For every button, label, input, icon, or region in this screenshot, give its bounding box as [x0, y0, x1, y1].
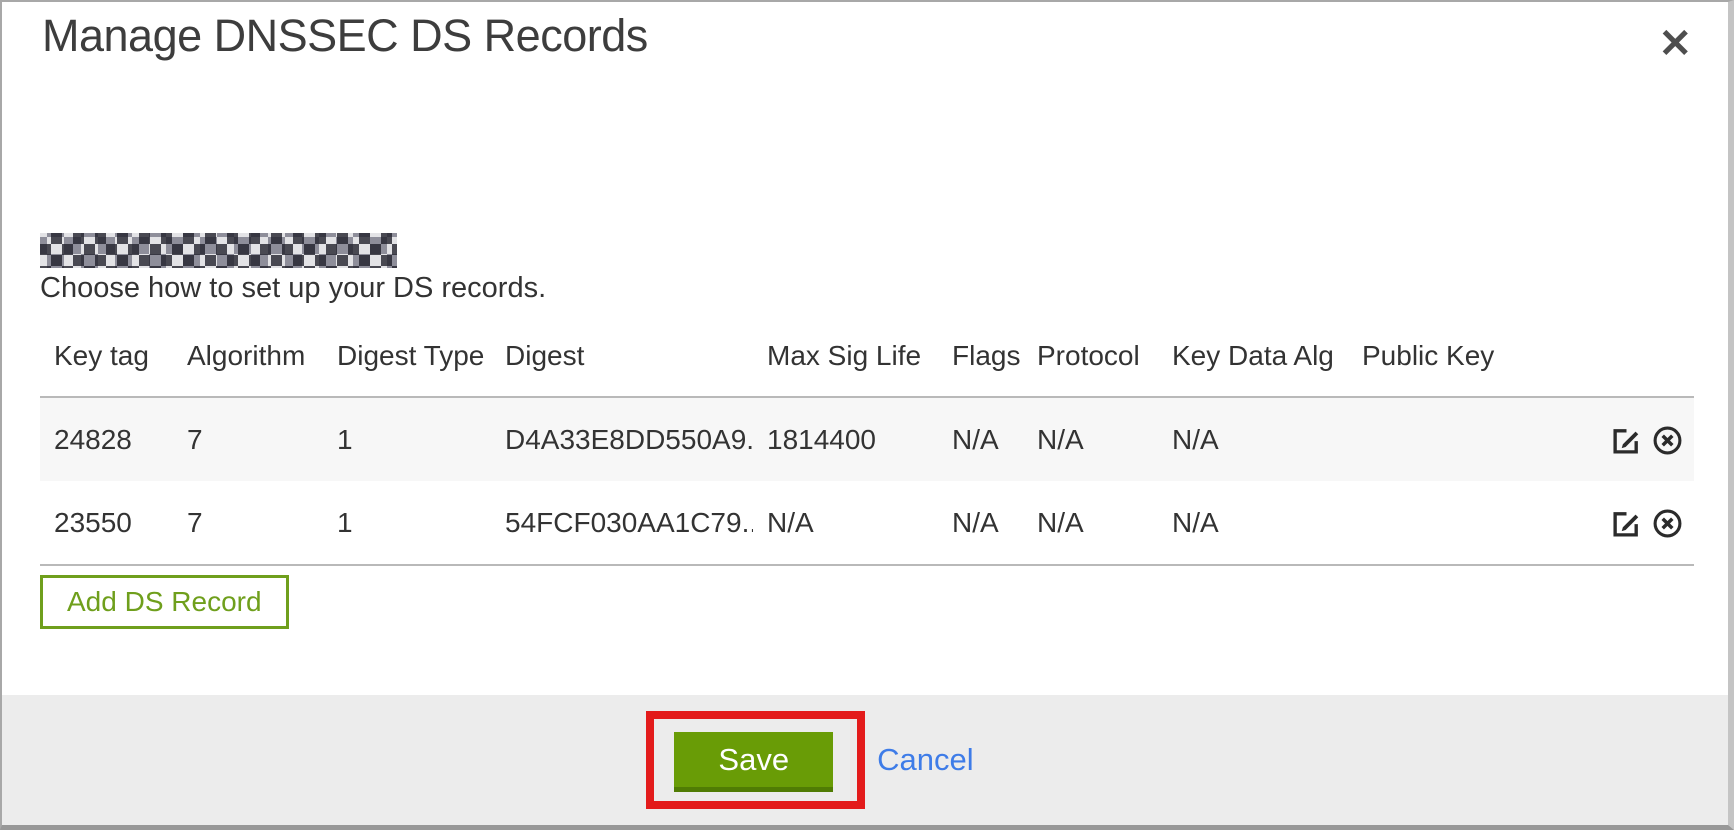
delete-record-icon[interactable]: [1652, 508, 1683, 539]
edit-record-icon[interactable]: [1611, 508, 1642, 539]
save-button[interactable]: Save: [674, 732, 833, 792]
cell-digest: D4A33E8DD550A9...: [491, 397, 753, 481]
ds-records-table: Key tag Algorithm Digest Type Digest Max…: [40, 332, 1694, 566]
cell-actions: [1538, 397, 1694, 481]
col-header-max-sig-life: Max Sig Life: [753, 332, 938, 397]
cell-key-data-alg: N/A: [1158, 481, 1348, 565]
cell-max-sig-life: N/A: [753, 481, 938, 565]
col-header-algorithm: Algorithm: [173, 332, 323, 397]
col-header-public-key: Public Key: [1348, 332, 1538, 397]
col-header-flags: Flags: [938, 332, 1023, 397]
cell-key-tag: 23550: [40, 481, 173, 565]
redacted-domain-name: [40, 233, 397, 268]
save-highlight-annotation: Save: [646, 711, 865, 809]
cell-digest-type: 1: [323, 481, 491, 565]
cancel-link[interactable]: Cancel: [877, 742, 974, 778]
col-header-digest-type: Digest Type: [323, 332, 491, 397]
cell-max-sig-life: 1814400: [753, 397, 938, 481]
delete-record-icon[interactable]: [1652, 425, 1683, 456]
cell-flags: N/A: [938, 481, 1023, 565]
cell-algorithm: 7: [173, 397, 323, 481]
dialog-title: Manage DNSSEC DS Records: [42, 10, 648, 62]
col-header-key-tag: Key tag: [40, 332, 173, 397]
cell-public-key: [1348, 397, 1538, 481]
manage-dnssec-ds-records-dialog: ✕ Manage DNSSEC DS Records Choose how to…: [0, 0, 1734, 830]
table-header-row: Key tag Algorithm Digest Type Digest Max…: [40, 332, 1694, 397]
dialog-footer: Save Cancel: [2, 695, 1728, 825]
cell-digest-type: 1: [323, 397, 491, 481]
cell-algorithm: 7: [173, 481, 323, 565]
cell-protocol: N/A: [1023, 397, 1158, 481]
table-row: 23550 7 1 54FCF030AA1C79... N/A N/A N/A …: [40, 481, 1694, 565]
cell-digest: 54FCF030AA1C79...: [491, 481, 753, 565]
edit-record-icon[interactable]: [1611, 425, 1642, 456]
cell-key-tag: 24828: [40, 397, 173, 481]
close-icon[interactable]: ✕: [1654, 20, 1696, 68]
table-row: 24828 7 1 D4A33E8DD550A9... 1814400 N/A …: [40, 397, 1694, 481]
cell-key-data-alg: N/A: [1158, 397, 1348, 481]
setup-instructions-text: Choose how to set up your DS records.: [40, 272, 546, 305]
cell-public-key: [1348, 481, 1538, 565]
cell-protocol: N/A: [1023, 481, 1158, 565]
col-header-digest: Digest: [491, 332, 753, 397]
cell-flags: N/A: [938, 397, 1023, 481]
cell-actions: [1538, 481, 1694, 565]
col-header-protocol: Protocol: [1023, 332, 1158, 397]
col-header-key-data-alg: Key Data Alg: [1158, 332, 1348, 397]
add-ds-record-button[interactable]: Add DS Record: [40, 575, 289, 629]
col-header-actions: [1538, 332, 1694, 397]
footer-actions-group: Save Cancel: [646, 711, 973, 809]
